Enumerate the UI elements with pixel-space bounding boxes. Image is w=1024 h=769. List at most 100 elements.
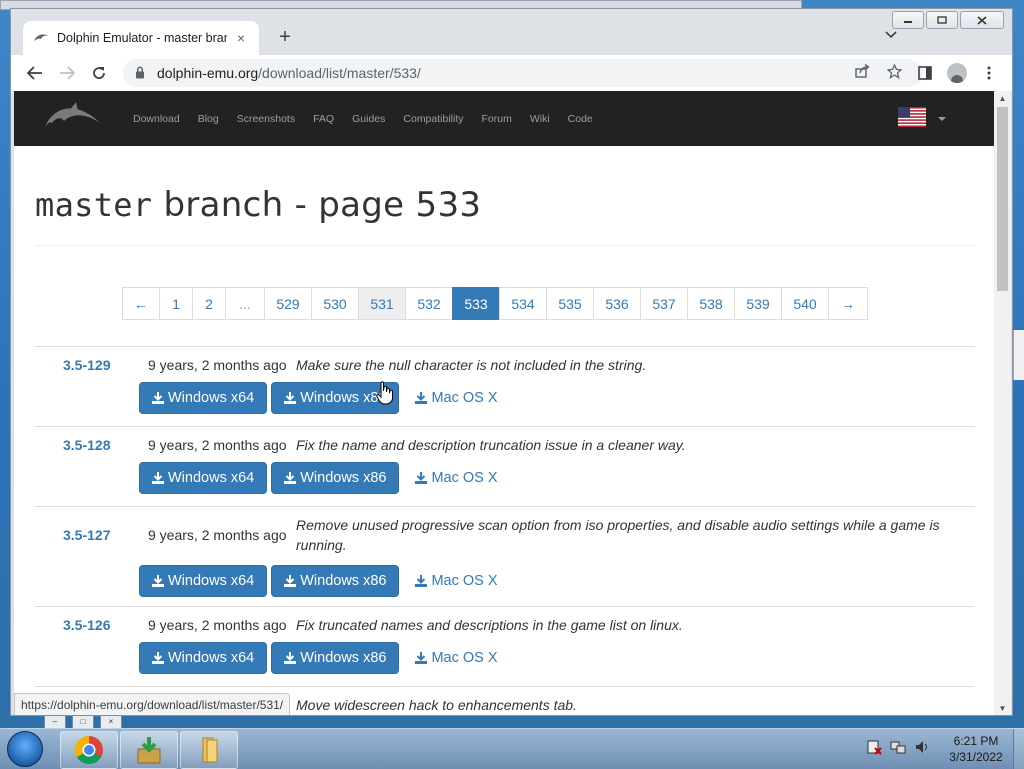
reload-button[interactable] xyxy=(87,61,111,85)
page-link-prev[interactable]: ← xyxy=(122,287,160,320)
page-link-538[interactable]: 538 xyxy=(687,287,735,320)
ghost-restore-icon[interactable]: □ xyxy=(72,715,94,729)
page-link-1[interactable]: 1 xyxy=(159,287,193,320)
build-date: 9 years, 2 months ago xyxy=(148,617,287,633)
language-dropdown-caret-icon[interactable] xyxy=(938,117,946,121)
build-row: 3.5-128 9 years, 2 months ago Fix the name… xyxy=(35,426,975,506)
download-mac-os-x-link[interactable]: Mac OS X xyxy=(415,470,498,486)
show-desktop-button[interactable] xyxy=(1013,729,1024,769)
dolphin-logo-icon[interactable] xyxy=(42,97,102,142)
build-date: 9 years, 2 months ago xyxy=(148,527,287,543)
build-version-link[interactable]: 3.5-126 xyxy=(63,617,110,633)
page-link-540[interactable]: 540 xyxy=(781,287,829,320)
nav-item-code[interactable]: Code xyxy=(559,113,602,125)
lock-icon xyxy=(136,66,144,79)
minimize-button[interactable] xyxy=(892,11,924,29)
bookmark-star-icon[interactable] xyxy=(886,63,903,83)
build-row: 3.5-129 9 years, 2 months ago Make sure th… xyxy=(35,346,975,426)
page-title: master branch - page 533 xyxy=(35,185,482,225)
title-divider xyxy=(35,245,975,246)
action-center-icon[interactable] xyxy=(866,739,882,758)
tab-title: Dolphin Emulator - master branc xyxy=(57,31,227,45)
forward-button[interactable] xyxy=(55,61,79,85)
nav-item-download[interactable]: Download xyxy=(124,113,189,125)
download-windows-x86-button[interactable]: Windows x86 xyxy=(271,462,400,494)
nav-item-compatibility[interactable]: Compatibility xyxy=(394,113,472,125)
page-link-535[interactable]: 535 xyxy=(546,287,594,320)
back-button[interactable] xyxy=(23,61,47,85)
scroll-up-icon[interactable]: ▲ xyxy=(994,91,1011,106)
page-link-ellipsis: ... xyxy=(225,287,265,320)
nav-item-screenshots[interactable]: Screenshots xyxy=(228,113,304,125)
tab-close-icon[interactable]: × xyxy=(233,30,249,46)
page-link-536[interactable]: 536 xyxy=(593,287,641,320)
tab-search-button[interactable] xyxy=(885,27,897,42)
windows-taskbar: 6:21 PM 3/31/2022 xyxy=(0,728,1024,769)
build-message: Fix truncated names and descriptions in … xyxy=(296,617,683,633)
page-link-534[interactable]: 534 xyxy=(499,287,547,320)
download-icon xyxy=(415,652,428,664)
page-scrollbar[interactable]: ▲ ▼ xyxy=(994,91,1011,715)
download-windows-x64-button[interactable]: Windows x64 xyxy=(139,565,268,597)
download-buttons: Windows x64 Windows x86 Mac OS X xyxy=(139,565,498,597)
site-nav-menu: Download Blog Screenshots FAQ Guides Compatib… xyxy=(124,91,602,146)
scroll-thumb[interactable] xyxy=(997,107,1008,291)
download-icon xyxy=(152,652,164,664)
folder-icon[interactable] xyxy=(180,731,238,769)
nav-item-faq[interactable]: FAQ xyxy=(304,113,343,125)
close-window-button[interactable] xyxy=(960,11,1004,29)
nav-item-blog[interactable]: Blog xyxy=(189,113,228,125)
build-message: Remove unused progressive scan option fr… xyxy=(296,517,940,553)
download-windows-x86-button[interactable]: Windows x86 xyxy=(271,565,400,597)
menu-kebab-icon[interactable] xyxy=(977,61,1001,85)
build-date: 9 years, 2 months ago xyxy=(148,357,287,373)
page-link-537[interactable]: 537 xyxy=(640,287,688,320)
side-panel-icon[interactable] xyxy=(913,61,937,85)
address-bar[interactable]: dolphin-emu.org/download/list/master/533… xyxy=(123,59,923,87)
network-icon[interactable] xyxy=(890,739,906,758)
page-link-529[interactable]: 529 xyxy=(264,287,312,320)
page-link-next[interactable]: → xyxy=(828,287,868,320)
download-windows-x64-button[interactable]: Windows x64 xyxy=(139,642,268,674)
windows-start-icon[interactable] xyxy=(4,731,46,767)
window-controls xyxy=(892,11,1004,29)
dolphin-favicon-icon xyxy=(33,30,49,46)
build-version-link[interactable]: 3.5-127 xyxy=(63,527,110,543)
nav-item-guides[interactable]: Guides xyxy=(343,113,394,125)
download-windows-x64-button[interactable]: Windows x64 xyxy=(139,382,268,414)
volume-icon[interactable] xyxy=(914,739,930,758)
page-link-533[interactable]: 533 xyxy=(452,287,500,320)
profile-avatar[interactable] xyxy=(945,61,969,85)
hand-cursor-icon xyxy=(376,381,393,405)
page-link-539[interactable]: 539 xyxy=(734,287,782,320)
maximize-button[interactable] xyxy=(926,11,958,29)
tab-dolphin-emulator[interactable]: Dolphin Emulator - master branc × xyxy=(23,21,259,55)
share-icon[interactable] xyxy=(855,63,870,82)
download-mac-os-x-link[interactable]: Mac OS X xyxy=(415,650,498,666)
download-windows-x86-button[interactable]: Windows x86 xyxy=(271,642,400,674)
page-link-530[interactable]: 530 xyxy=(311,287,359,320)
installer-icon[interactable] xyxy=(120,731,178,769)
build-version-link[interactable]: 3.5-128 xyxy=(63,437,110,453)
download-mac-os-x-link[interactable]: Mac OS X xyxy=(415,390,498,406)
nav-item-forum[interactable]: Forum xyxy=(473,113,521,125)
site-navbar: Download Blog Screenshots FAQ Guides Compatib… xyxy=(14,91,994,146)
ghost-close-icon[interactable]: × xyxy=(100,715,122,729)
download-buttons: Windows x64 Windows x86 Mac OS X xyxy=(139,642,498,674)
chrome-icon[interactable] xyxy=(60,731,118,769)
ghost-minimize-icon[interactable]: – xyxy=(44,715,66,729)
build-date: 9 years, 2 months ago xyxy=(148,437,287,453)
us-flag-icon[interactable] xyxy=(898,107,926,127)
scroll-down-icon[interactable]: ▼ xyxy=(994,701,1011,715)
page-link-531[interactable]: 531 xyxy=(358,287,406,320)
build-version-link[interactable]: 3.5-129 xyxy=(63,357,110,373)
taskbar-clock[interactable]: 6:21 PM 3/31/2022 xyxy=(936,733,1016,765)
build-message: Fix the name and description truncation … xyxy=(296,437,686,453)
download-mac-os-x-link[interactable]: Mac OS X xyxy=(415,573,498,589)
page-link-2[interactable]: 2 xyxy=(192,287,226,320)
nav-item-wiki[interactable]: Wiki xyxy=(521,113,559,125)
new-tab-button[interactable]: + xyxy=(273,25,297,49)
download-icon xyxy=(415,392,428,404)
download-windows-x64-button[interactable]: Windows x64 xyxy=(139,462,268,494)
page-link-532[interactable]: 532 xyxy=(405,287,453,320)
